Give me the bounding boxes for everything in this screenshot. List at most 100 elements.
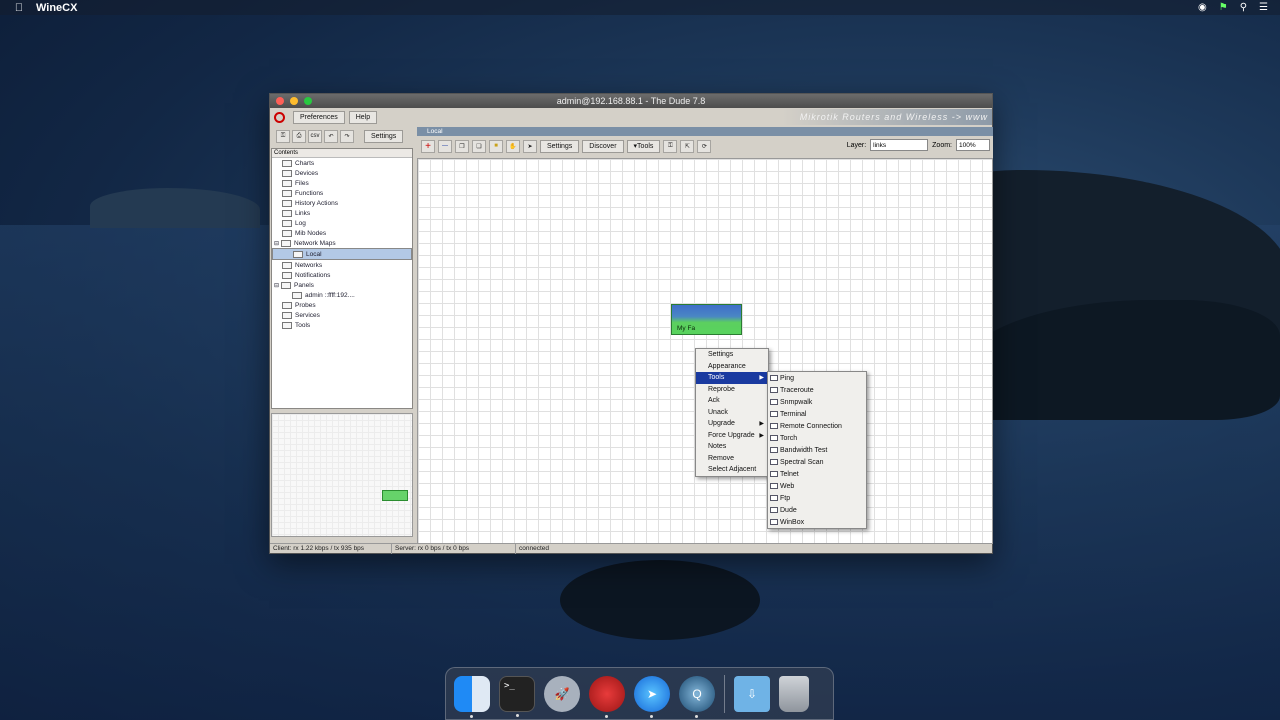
launchpad-icon[interactable]: 🚀 <box>544 675 580 712</box>
context-menu-item[interactable]: Select Adjacent <box>696 464 768 476</box>
tree-item[interactable]: Notifications <box>272 270 412 280</box>
expand-toggle-icon[interactable]: ⊟ <box>274 240 279 247</box>
tree-item[interactable]: admin ::ffff:192.... <box>272 290 412 300</box>
expand-toggle-icon[interactable]: ⊟ <box>274 282 279 289</box>
apple-icon[interactable]:  <box>14 2 24 14</box>
fit-icon[interactable]: ⇱ <box>680 139 695 153</box>
tools-menu-item[interactable]: Dude <box>768 504 866 516</box>
mikrotik-banner[interactable]: Mikrotik Routers and Wireless -> www <box>782 109 992 125</box>
tree-item[interactable]: Links <box>272 208 412 218</box>
quicktime-icon[interactable]: Q <box>679 675 715 718</box>
tools-menu-item[interactable]: Bandwidth Test <box>768 444 866 456</box>
tools-menu-item[interactable]: Telnet <box>768 468 866 480</box>
flag-icon[interactable]: ⚑ <box>1219 2 1228 13</box>
remove-icon[interactable]: — <box>438 139 452 153</box>
context-menu-item[interactable]: Settings <box>696 349 768 361</box>
context-menu-label: Unack <box>708 408 728 416</box>
tools-dropdown-button[interactable]: ▾ Tools <box>626 139 661 153</box>
lock-icon[interactable]: ■ <box>489 139 503 153</box>
tools-menu-item[interactable]: Remote Connection <box>768 420 866 432</box>
pointer-icon[interactable]: ➤ <box>523 139 537 153</box>
tree-item-label: History Actions <box>295 199 338 207</box>
safari-icon[interactable]: ➤ <box>634 675 670 718</box>
tree-item[interactable]: Probes <box>272 300 412 310</box>
context-menu-item[interactable]: Ack <box>696 395 768 407</box>
tools-menu-item[interactable]: Ftp <box>768 492 866 504</box>
zoom-select[interactable]: 100% <box>956 139 990 151</box>
copy-icon[interactable]: ❐ <box>455 139 469 153</box>
context-menu-label: Notes <box>708 443 727 451</box>
left-settings-button[interactable]: Settings <box>364 129 404 143</box>
system-menubar:  WineCX ◉ ⚑ ⚲ ☰ <box>0 0 1280 15</box>
contents-pane: ⚿ ⎙ csv ↶ ↷ Settings Contents Charts Devi… <box>270 127 415 544</box>
tools-menu-item[interactable]: WinBox <box>768 516 866 528</box>
discover-button[interactable]: Discover <box>582 139 624 153</box>
context-menu-item[interactable]: Notes <box>696 441 768 453</box>
map-settings-button[interactable]: Settings <box>540 139 580 153</box>
binoculars-icon[interactable]: ⚿ <box>663 139 678 153</box>
redo-icon[interactable]: ↷ <box>340 129 354 143</box>
tools-menu-item[interactable]: Spectral Scan <box>768 456 866 468</box>
context-menu-item[interactable]: Reprobe <box>696 384 768 396</box>
find-icon[interactable]: ⚿ <box>276 129 290 143</box>
hand-icon[interactable]: ✋ <box>506 139 520 153</box>
layer-select[interactable]: links <box>870 139 929 151</box>
context-menu-item[interactable]: Force Upgrade ▶ <box>696 430 768 442</box>
context-menu-label: Tools <box>708 374 725 382</box>
tree-item-label: Charts <box>295 159 315 167</box>
tools-menu-item[interactable]: Web <box>768 480 866 492</box>
router-app-icon[interactable] <box>589 675 625 718</box>
tree-item[interactable]: Mib Nodes <box>272 228 412 238</box>
help-button[interactable]: Help <box>348 110 378 124</box>
add-icon[interactable]: + <box>421 139 435 153</box>
trash-icon[interactable] <box>779 675 809 712</box>
tools-menu-item[interactable]: Torch <box>768 432 866 444</box>
tree-item[interactable]: Devices <box>272 168 412 178</box>
paste-icon[interactable]: ❏ <box>472 139 486 153</box>
map-overview[interactable] <box>271 413 413 537</box>
contents-header[interactable]: Contents <box>272 149 412 158</box>
print-icon[interactable]: ⎙ <box>292 129 306 143</box>
context-menu-item[interactable]: Upgrade ▶ <box>696 418 768 430</box>
downloads-folder-icon[interactable]: ⇩ <box>734 675 770 712</box>
disconnect-icon[interactable] <box>274 111 285 123</box>
context-menu-item[interactable]: Remove <box>696 453 768 465</box>
tools-menu-label: WinBox <box>780 518 805 526</box>
tools-menu-item[interactable]: Traceroute <box>768 384 866 396</box>
tree-item[interactable]: Local <box>272 248 412 260</box>
tree-item[interactable]: History Actions <box>272 198 412 208</box>
tools-menu-item[interactable]: Snmpwalk <box>768 396 866 408</box>
context-menu-item[interactable]: Unack <box>696 407 768 419</box>
undo-icon[interactable]: ↶ <box>324 129 338 143</box>
preferences-button[interactable]: Preferences <box>293 110 345 124</box>
tools-menu-item[interactable]: Ping <box>768 372 866 384</box>
app-name[interactable]: WineCX <box>36 2 77 14</box>
context-menu-label: Reprobe <box>708 385 735 393</box>
finder-icon[interactable] <box>454 675 490 718</box>
layout-icon[interactable]: ⟳ <box>697 139 712 153</box>
tree-item[interactable]: ⊟ Network Maps <box>272 238 412 248</box>
tree-item[interactable]: ⊟ Panels <box>272 280 412 290</box>
tools-menu-label: Ftp <box>780 494 791 502</box>
tree-item[interactable]: Networks <box>272 260 412 270</box>
tree-item[interactable]: Charts <box>272 158 412 168</box>
control-center-icon[interactable]: ☰ <box>1259 2 1268 13</box>
tree-item[interactable]: Tools <box>272 320 412 330</box>
tool-icon <box>770 507 778 513</box>
tree-item[interactable]: Log <box>272 218 412 228</box>
tool-icon <box>770 495 778 501</box>
map-tab-local[interactable]: Local <box>417 127 993 136</box>
tree-item[interactable]: Functions <box>272 188 412 198</box>
tree-item[interactable]: Files <box>272 178 412 188</box>
terminal-icon[interactable]: >_ <box>499 675 535 717</box>
tools-menu-item[interactable]: Terminal <box>768 408 866 420</box>
screen-record-icon[interactable]: ◉ <box>1198 2 1207 13</box>
search-icon[interactable]: ⚲ <box>1240 2 1247 13</box>
folder-icon <box>293 250 303 258</box>
csv-icon[interactable]: csv <box>308 129 322 143</box>
context-menu-item[interactable]: Appearance <box>696 361 768 373</box>
window-titlebar[interactable]: admin@192.168.88.1 - The Dude 7.8 <box>270 94 992 108</box>
tree-item[interactable]: Services <box>272 310 412 320</box>
context-menu-item[interactable]: Tools ▶ <box>696 372 768 384</box>
map-device[interactable]: My Fa <box>671 304 742 335</box>
